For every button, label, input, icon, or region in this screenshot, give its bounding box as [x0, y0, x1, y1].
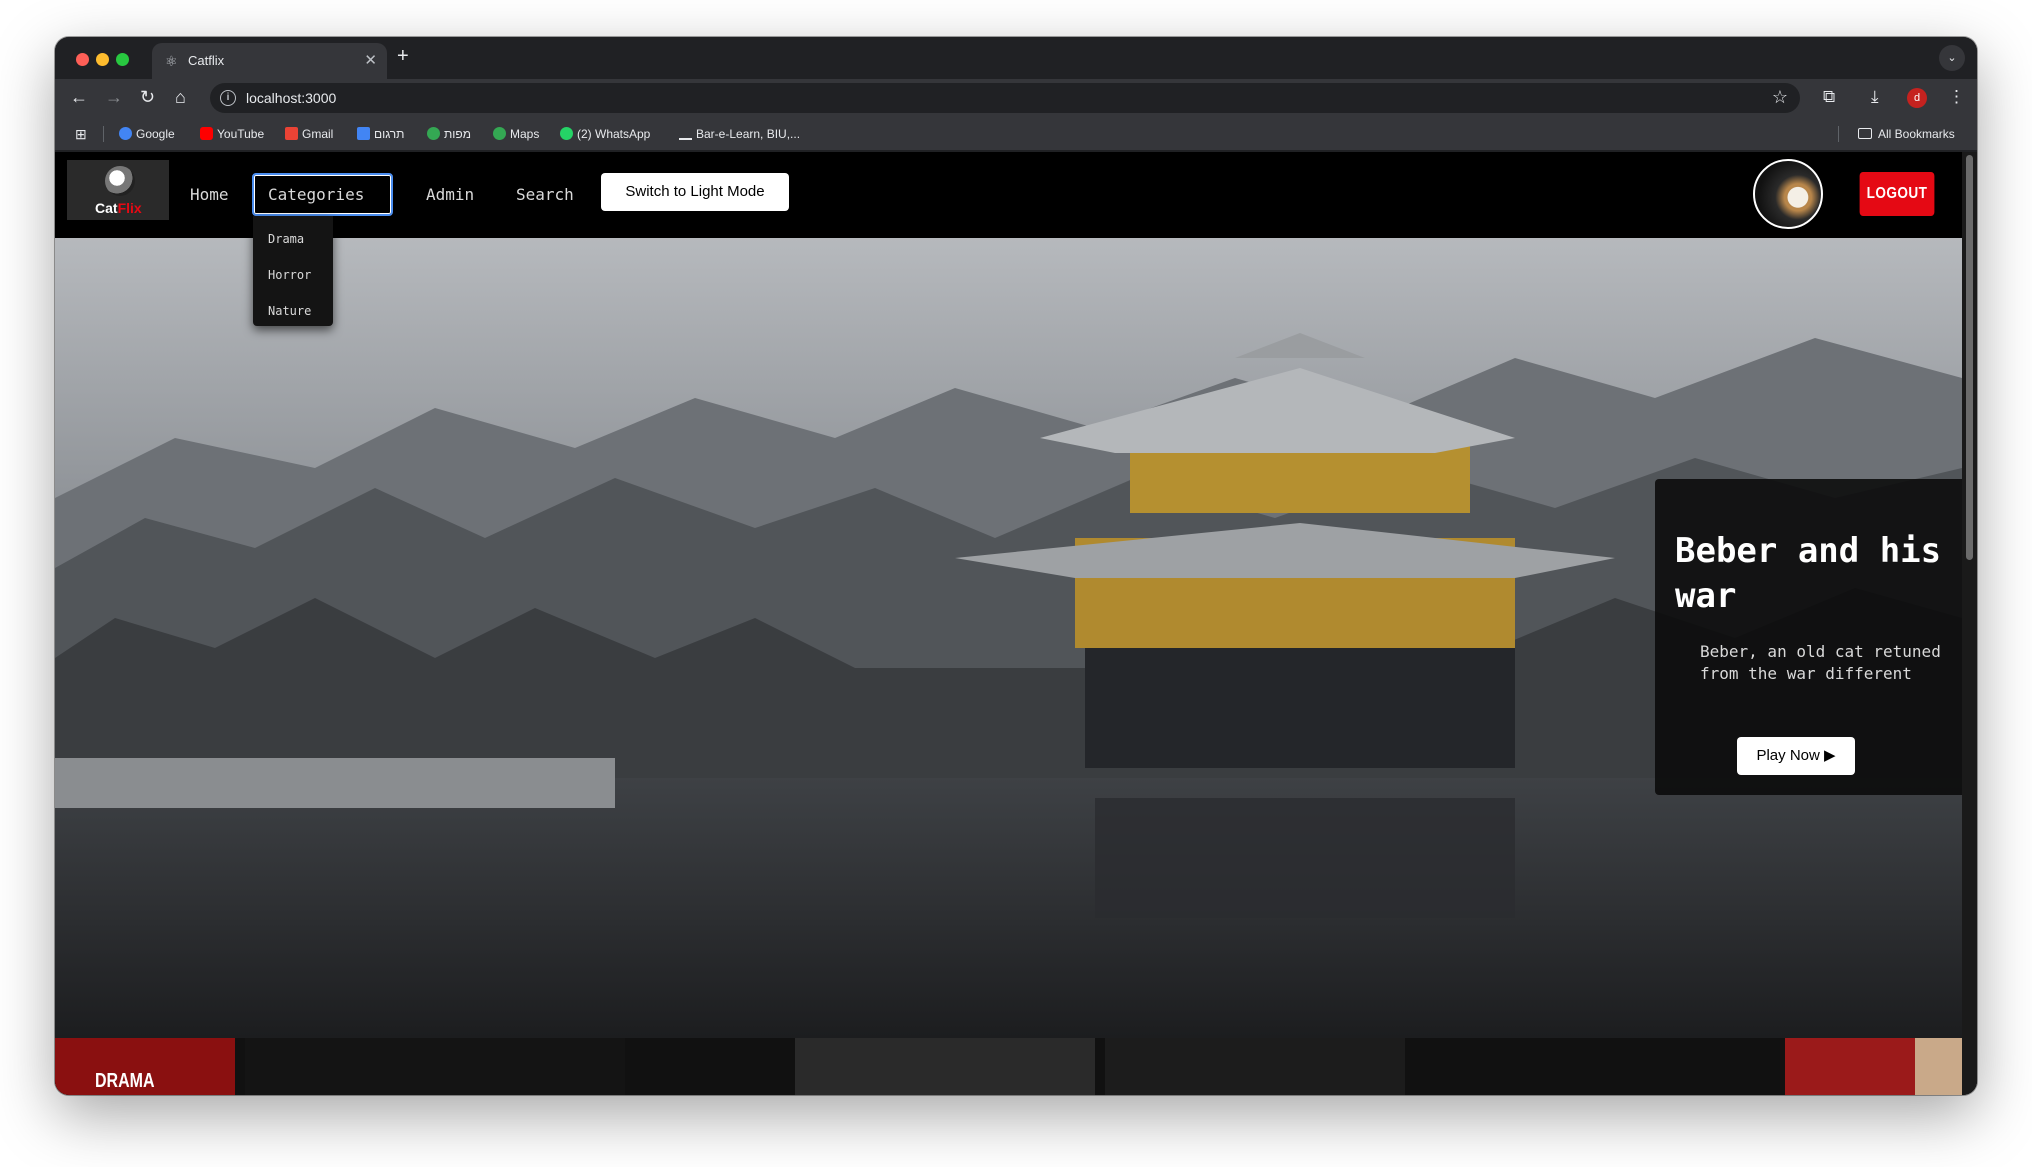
bookmark-label: Bar-e-Learn, BIU,... — [696, 127, 801, 141]
category-drama[interactable]: Drama — [268, 232, 304, 246]
bookmarks-divider — [103, 126, 104, 142]
tab-strip: ⚛ Catflix ✕ + ⌄ — [55, 37, 1977, 79]
whatsapp-icon — [560, 127, 573, 140]
folder-icon — [1858, 128, 1872, 139]
user-avatar[interactable] — [1753, 159, 1823, 229]
download-icon[interactable]: ⤓ — [1871, 87, 1879, 107]
categories-dropdown: Drama Horror Nature — [253, 216, 333, 326]
play-now-button[interactable]: Play Now ▶ — [1737, 737, 1855, 775]
theme-toggle-button[interactable]: Switch to Light Mode — [601, 173, 789, 211]
bookmark-label: (2) WhatsApp — [577, 127, 651, 141]
tab-title: Catflix — [188, 53, 225, 68]
browser-window: ⚛ Catflix ✕ + ⌄ ← → ↻ ⌂ i localhost:3000… — [55, 37, 1977, 1095]
close-tab-icon[interactable]: ✕ — [364, 51, 377, 69]
logout-button[interactable]: LOGOUT — [1859, 172, 1935, 216]
category-nature[interactable]: Nature — [268, 304, 311, 318]
back-icon[interactable]: ← — [70, 87, 88, 108]
all-bookmarks-label: All Bookmarks — [1878, 127, 1955, 141]
bookmark-maps[interactable]: Maps — [493, 127, 539, 141]
browser-tab[interactable]: ⚛ Catflix ✕ — [152, 43, 387, 79]
maps-pin-icon — [427, 127, 440, 140]
close-window-button[interactable] — [76, 53, 89, 66]
extensions-icon[interactable]: ⧉ — [1823, 87, 1835, 107]
address-bar[interactable]: i localhost:3000 ☆ — [210, 83, 1800, 113]
bookmark-whatsapp[interactable]: (2) WhatsApp — [560, 127, 650, 141]
profile-avatar[interactable]: d — [1907, 88, 1927, 108]
bookmark-star-icon[interactable]: ☆ — [1772, 87, 1788, 108]
minimize-window-button[interactable] — [96, 53, 109, 66]
new-tab-icon[interactable]: + — [397, 45, 409, 68]
home-icon[interactable]: ⌂ — [175, 87, 186, 108]
bookmark-label: Maps — [510, 127, 540, 141]
forward-icon[interactable]: → — [105, 87, 123, 108]
logo-text: CatFlix — [95, 200, 142, 216]
maximize-window-button[interactable] — [116, 53, 129, 66]
category-horror[interactable]: Horror — [268, 268, 311, 282]
bookmark-translate[interactable]: תרגום — [357, 127, 404, 141]
cat-logo-icon — [105, 166, 135, 196]
bookmark-maps-he[interactable]: מפות — [427, 127, 471, 141]
browser-toolbar: ← → ↻ ⌂ i localhost:3000 ☆ ⧉ ⤓ d ⋮ — [55, 79, 1977, 117]
youtube-icon — [200, 127, 213, 140]
scrollbar-thumb[interactable] — [1966, 155, 1973, 560]
react-favicon-icon: ⚛ — [165, 53, 178, 69]
bookmarks-divider — [1838, 126, 1839, 142]
translate-icon — [357, 127, 370, 140]
apps-grid-icon[interactable]: ⊞ — [75, 126, 87, 143]
bookmark-gmail[interactable]: Gmail — [285, 127, 333, 141]
featured-description: Beber, an old cat retuned from the war d… — [1700, 642, 1941, 683]
drama-row: DRAMA — [55, 1038, 1962, 1095]
browser-menu-icon[interactable]: ⋮ — [1948, 87, 1965, 107]
drama-row-title: DRAMA — [95, 1070, 155, 1092]
nav-categories[interactable]: Categories — [252, 173, 393, 216]
bookmark-label: YouTube — [217, 127, 265, 141]
bookmark-google[interactable]: Google — [119, 127, 175, 141]
elearn-icon — [679, 127, 692, 140]
drama-thumbnails — [55, 1038, 1962, 1095]
reload-icon[interactable]: ↻ — [140, 87, 155, 108]
featured-title: Beber and his war — [1675, 531, 1942, 616]
nav-admin[interactable]: Admin — [426, 185, 474, 204]
url-text[interactable]: localhost:3000 — [246, 90, 336, 106]
google-icon — [119, 127, 132, 140]
site-navbar: CatFlix Home Categories Admin Search Swi… — [55, 152, 1962, 238]
bookmarks-bar: ⊞ Google YouTube Gmail תרגום מפות Maps (… — [55, 117, 1977, 151]
bookmark-label: Google — [136, 127, 175, 141]
maps-pin-icon — [493, 127, 506, 140]
site-info-icon[interactable]: i — [220, 90, 236, 106]
featured-movie-card: Beber and his war Beber, an old cat retu… — [1655, 479, 1962, 795]
all-bookmarks[interactable]: All Bookmarks — [1858, 127, 1955, 141]
catflix-logo[interactable]: CatFlix — [67, 160, 169, 220]
hero-banner: Beber and his war Beber, an old cat retu… — [55, 238, 1962, 1038]
nav-home[interactable]: Home — [190, 185, 229, 204]
gmail-icon — [285, 127, 298, 140]
nav-search[interactable]: Search — [516, 185, 574, 204]
catflix-page: CatFlix Home Categories Admin Search Swi… — [55, 152, 1977, 1095]
bookmark-label: Gmail — [302, 127, 334, 141]
logo-text-main: Cat — [95, 200, 118, 216]
logo-text-accent: Flix — [117, 200, 142, 216]
bookmark-label: תרגום — [374, 127, 405, 141]
tab-search-chevron-icon[interactable]: ⌄ — [1939, 45, 1965, 71]
bookmark-youtube[interactable]: YouTube — [200, 127, 264, 141]
bookmark-label: מפות — [444, 127, 471, 141]
bookmark-bar-e-learn[interactable]: Bar-e-Learn, BIU,... — [679, 127, 800, 141]
